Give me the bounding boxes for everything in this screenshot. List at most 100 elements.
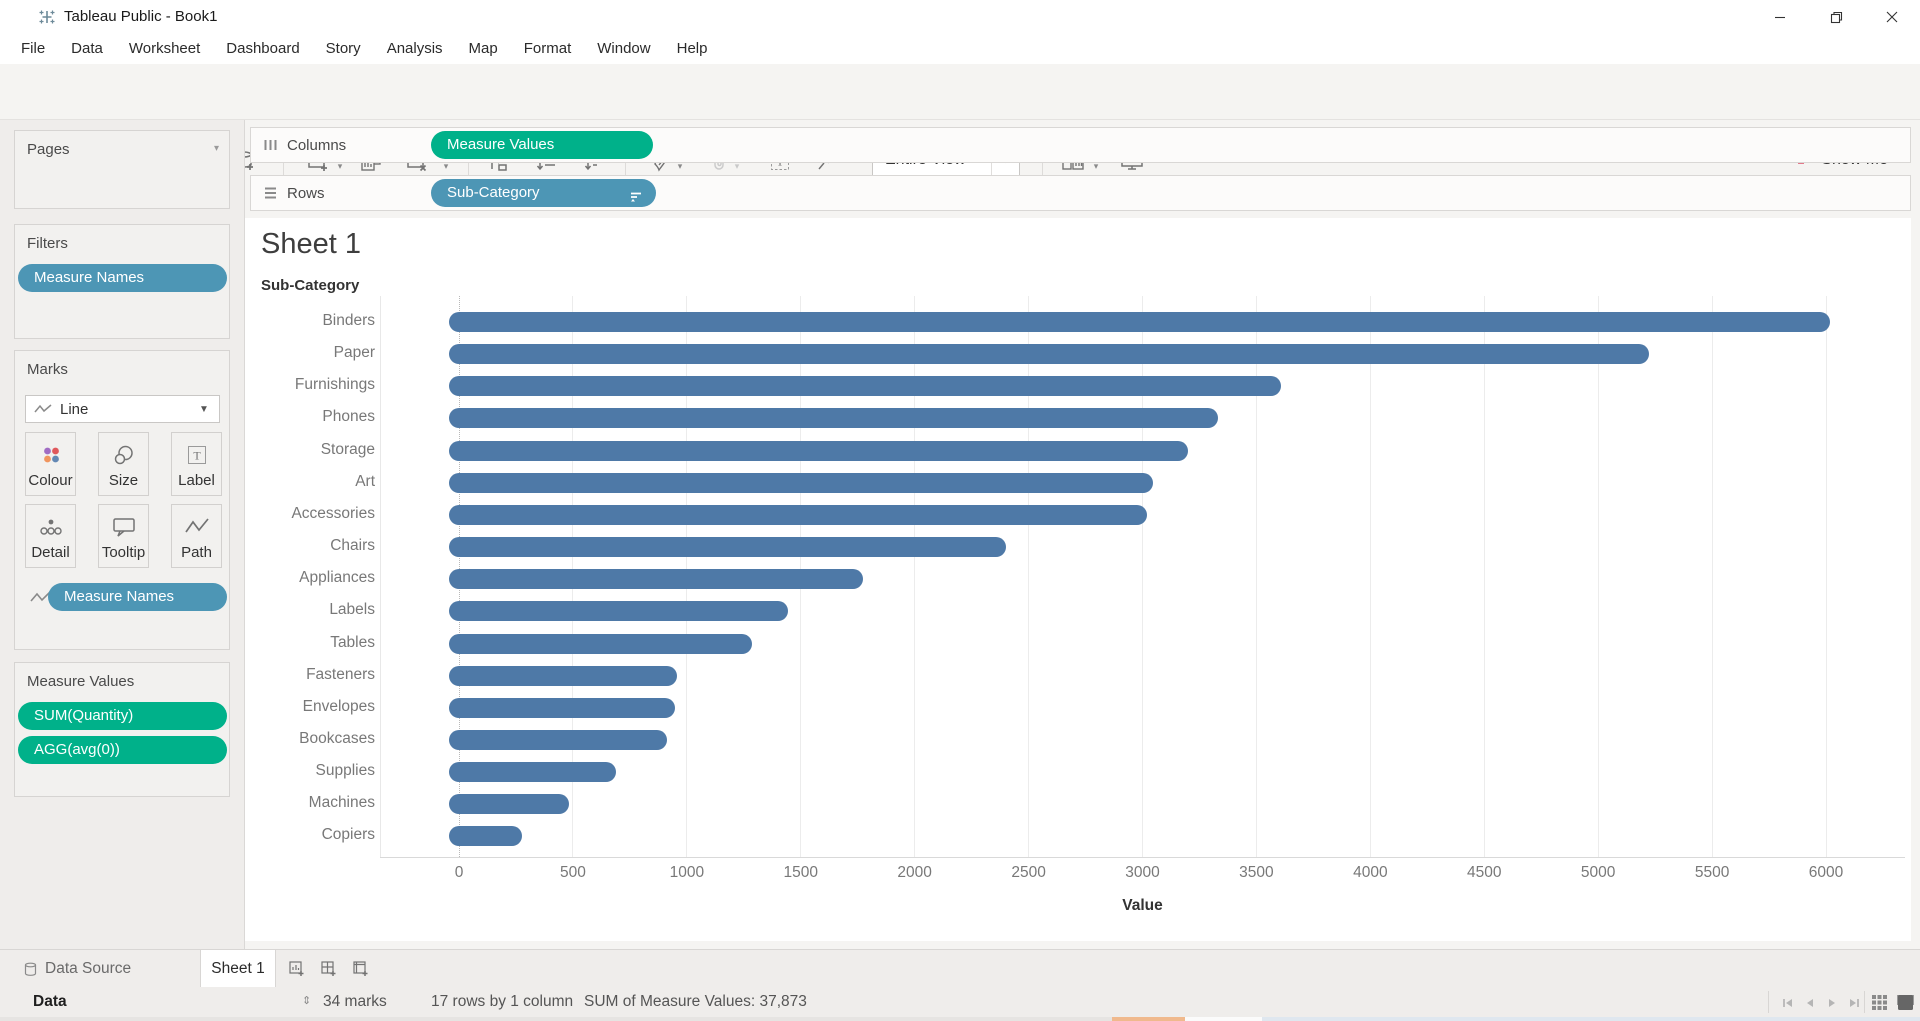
row-label-labels[interactable]: Labels (245, 601, 375, 619)
menu-item-data[interactable]: Data (58, 34, 116, 64)
last-sheet-button[interactable] (1844, 995, 1864, 1011)
row-label-copiers[interactable]: Copiers (245, 826, 375, 844)
menu-item-story[interactable]: Story (313, 34, 374, 64)
show-tabs-icon[interactable] (1894, 992, 1916, 1012)
menu-item-worksheet[interactable]: Worksheet (116, 34, 213, 64)
gridline (1712, 296, 1713, 857)
x-tick-label: 3500 (1221, 864, 1291, 882)
sort-descending-badge-icon[interactable] (628, 186, 644, 207)
detail-button[interactable]: Detail (25, 504, 76, 568)
x-tick-label: 4000 (1335, 864, 1405, 882)
status-pane-label[interactable]: Data (33, 993, 67, 1011)
previous-sheet-button[interactable] (1800, 995, 1820, 1011)
bar-furnishings[interactable] (449, 376, 1281, 396)
restore-button[interactable] (1808, 0, 1864, 34)
row-label-supplies[interactable]: Supplies (245, 762, 375, 780)
gridline (1826, 296, 1827, 857)
menu-item-analysis[interactable]: Analysis (374, 34, 456, 64)
menu-item-format[interactable]: Format (511, 34, 585, 64)
pages-card: Pages ▾ (14, 130, 230, 209)
bar-accessories[interactable] (449, 505, 1147, 525)
bar-art[interactable] (449, 473, 1153, 493)
row-label-envelopes[interactable]: Envelopes (245, 698, 375, 716)
menu-item-map[interactable]: Map (456, 34, 511, 64)
bar-appliances[interactable] (449, 569, 863, 589)
taskbar-edge (0, 1017, 1920, 1021)
data-pane: Pages ▾ Filters Measure Names Marks Line… (0, 120, 245, 949)
menu-item-file[interactable]: File (8, 34, 58, 64)
colour-button[interactable]: Colour (25, 432, 76, 496)
status-rows-cols: 17 rows by 1 column (431, 993, 573, 1011)
size-button[interactable]: Size (98, 432, 149, 496)
filters-card-title: Filters (15, 225, 229, 252)
row-label-appliances[interactable]: Appliances (245, 569, 375, 587)
row-label-fasteners[interactable]: Fasteners (245, 666, 375, 684)
bar-chairs[interactable] (449, 537, 1006, 557)
row-label-machines[interactable]: Machines (245, 794, 375, 812)
x-tick-label: 5000 (1563, 864, 1633, 882)
row-label-art[interactable]: Art (245, 473, 375, 491)
minimize-button[interactable] (1752, 0, 1808, 34)
tooltip-button[interactable]: Tooltip (98, 504, 149, 568)
label-icon: T (186, 442, 208, 468)
bar-storage[interactable] (449, 441, 1188, 461)
filter-pill-measure-names[interactable]: Measure Names (18, 264, 227, 292)
bar-fasteners[interactable] (449, 666, 677, 686)
new-dashboard-tab-button[interactable] (316, 956, 342, 982)
columns-pill-measure-values[interactable]: Measure Values (431, 131, 653, 159)
tab-sheet-1[interactable]: Sheet 1 (200, 950, 276, 988)
title-bar: Tableau Public - Book1 (0, 0, 1920, 34)
row-label-phones[interactable]: Phones (245, 408, 375, 426)
bar-phones[interactable] (449, 408, 1218, 428)
row-label-accessories[interactable]: Accessories (245, 505, 375, 523)
new-story-tab-button[interactable] (348, 956, 374, 982)
bar-tables[interactable] (449, 634, 752, 654)
row-label-storage[interactable]: Storage (245, 441, 375, 459)
bar-paper[interactable] (449, 344, 1649, 364)
columns-icon (263, 138, 278, 152)
bar-bookcases[interactable] (449, 730, 667, 750)
first-sheet-button[interactable] (1778, 995, 1798, 1011)
rows-icon (263, 186, 278, 200)
bar-supplies[interactable] (449, 762, 616, 782)
next-sheet-button[interactable] (1822, 995, 1842, 1011)
svg-text:T: T (193, 449, 201, 463)
row-label-chairs[interactable]: Chairs (245, 537, 375, 555)
x-tick-label: 6000 (1791, 864, 1861, 882)
columns-shelf-label: Columns (250, 127, 426, 163)
toolbar: ▾ ▾ (0, 64, 1920, 120)
rows-shelf-label: Rows (250, 175, 426, 211)
x-tick-label: 3000 (1108, 864, 1178, 882)
measure-values-pill-agg-avg0[interactable]: AGG(avg(0)) (18, 736, 227, 764)
sheet-title: Sheet 1 (261, 228, 361, 261)
sheet-sorter-icon[interactable] (1868, 992, 1890, 1012)
path-button[interactable]: Path (171, 504, 222, 568)
menu-item-window[interactable]: Window (584, 34, 663, 64)
marks-card-title: Marks (15, 351, 229, 378)
row-label-binders[interactable]: Binders (245, 312, 375, 330)
row-label-tables[interactable]: Tables (245, 634, 375, 652)
row-label-furnishings[interactable]: Furnishings (245, 376, 375, 394)
gridline (1598, 296, 1599, 857)
rows-pill-sub-category[interactable]: Sub-Category (431, 179, 656, 207)
bar-machines[interactable] (449, 794, 569, 814)
marks-pill-measure-names[interactable]: Measure Names (48, 583, 227, 611)
close-button[interactable] (1864, 0, 1920, 34)
mark-type-dropdown[interactable]: Line ▼ (25, 395, 220, 423)
bar-envelopes[interactable] (449, 698, 675, 718)
new-worksheet-tab-button[interactable] (284, 956, 310, 982)
pages-card-caret-icon[interactable]: ▾ (214, 143, 219, 154)
detail-icon (38, 514, 64, 540)
bar-binders[interactable] (449, 312, 1830, 332)
status-sort-icon[interactable]: ⇕ (302, 994, 311, 1007)
row-label-bookcases[interactable]: Bookcases (245, 730, 375, 748)
bar-copiers[interactable] (449, 826, 522, 846)
row-header[interactable]: Sub-Category (261, 277, 359, 294)
measure-values-pill-sum-quantity[interactable]: SUM(Quantity) (18, 702, 227, 730)
tab-data-source[interactable]: Data Source (0, 950, 159, 988)
label-button[interactable]: T Label (171, 432, 222, 496)
menu-item-dashboard[interactable]: Dashboard (213, 34, 312, 64)
menu-item-help[interactable]: Help (664, 34, 721, 64)
bar-labels[interactable] (449, 601, 788, 621)
row-label-paper[interactable]: Paper (245, 344, 375, 362)
